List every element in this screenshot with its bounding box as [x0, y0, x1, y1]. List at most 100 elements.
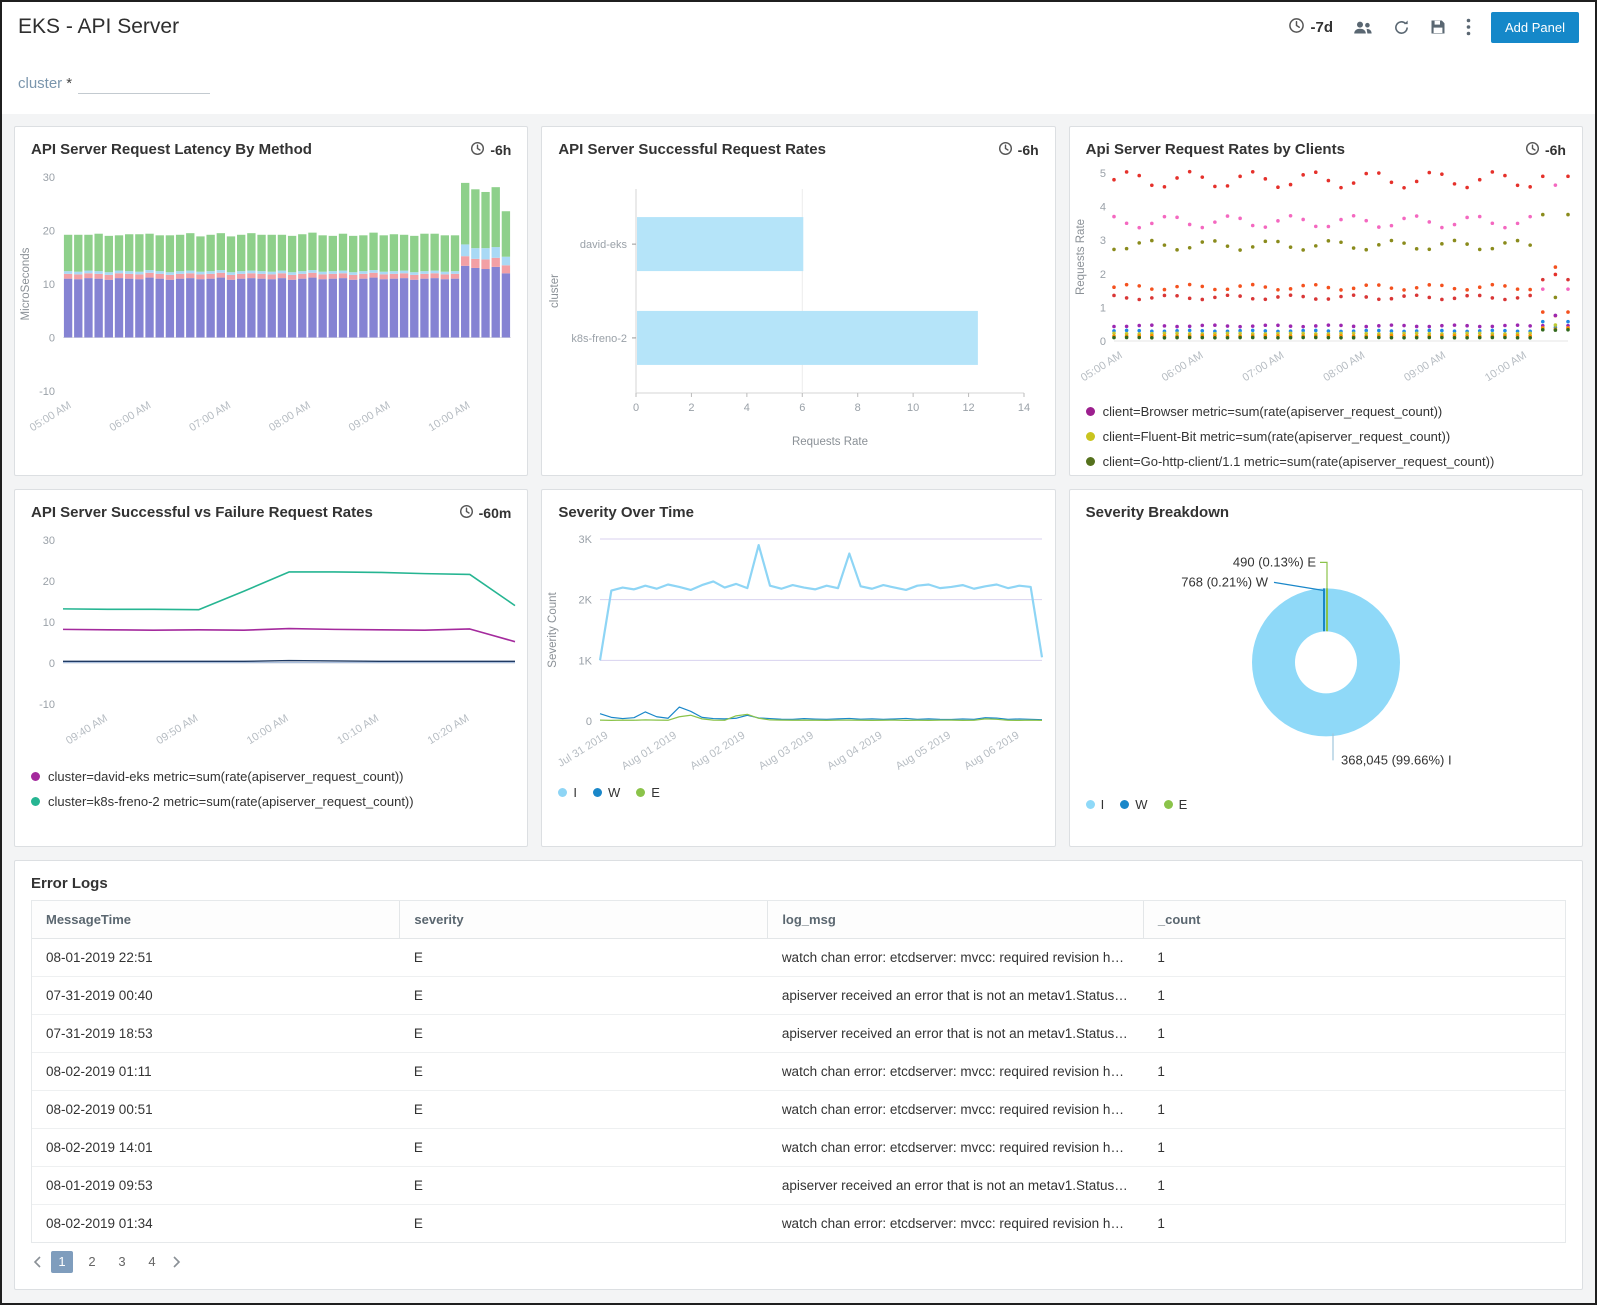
- dashboard-grid: API Server Request Latency By Method -6h…: [2, 114, 1595, 1303]
- next-page-button[interactable]: [171, 1256, 183, 1268]
- table-cell: E: [400, 1205, 768, 1243]
- svg-text:Severity Count: Severity Count: [547, 591, 559, 667]
- svg-text:Requests Rate: Requests Rate: [1075, 219, 1087, 295]
- legend-item: I: [558, 781, 577, 804]
- table-cell: 1: [1143, 1015, 1565, 1053]
- table-cell: E: [400, 977, 768, 1015]
- legend-label: E: [651, 785, 660, 800]
- legend-label: E: [1179, 797, 1188, 812]
- svg-text:09:40 AM: 09:40 AM: [64, 712, 110, 747]
- cluster-filter-input[interactable]: [78, 72, 210, 94]
- required-mark: *: [66, 75, 72, 92]
- table-row[interactable]: 08-01-2019 22:51Ewatch chan error: etcds…: [32, 939, 1565, 977]
- svg-text:20: 20: [43, 226, 55, 238]
- column-header[interactable]: _count: [1143, 901, 1565, 939]
- svg-text:david-eks: david-eks: [580, 239, 628, 251]
- success-vs-failure-legend: cluster=david-eks metric=sum(rate(apiser…: [15, 762, 527, 822]
- error-logs-table: MessageTimeseveritylog_msg_count 08-01-2…: [31, 900, 1566, 1243]
- table-cell: apiserver received an error that is not …: [768, 1015, 1144, 1053]
- page-button[interactable]: 3: [111, 1251, 133, 1273]
- panel-time-range[interactable]: -6h: [470, 141, 511, 159]
- panel-successful-request-rates: API Server Successful Request Rates -6h …: [541, 126, 1055, 476]
- legend-dot-icon: [593, 788, 602, 797]
- severity-breakdown-chart[interactable]: 490 (0.13%) E768 (0.21%) W368,045 (99.66…: [1070, 523, 1582, 791]
- page-button[interactable]: 4: [141, 1251, 163, 1273]
- prev-page-button[interactable]: [31, 1256, 43, 1268]
- svg-text:2K: 2K: [579, 595, 593, 607]
- table-cell: 1: [1143, 1129, 1565, 1167]
- legend-dot-icon: [1086, 407, 1095, 416]
- svg-text:MicroSeconds: MicroSeconds: [20, 247, 32, 320]
- client-rates-chart[interactable]: 012345Requests Rate05:00 AM06:00 AM07:00…: [1070, 161, 1582, 397]
- svg-text:0: 0: [1100, 336, 1106, 348]
- panel-title: Severity Breakdown: [1086, 504, 1229, 521]
- panel-time-range[interactable]: -6h: [1525, 141, 1566, 159]
- panel-time-range[interactable]: -60m: [459, 504, 512, 522]
- panel-title: Api Server Request Rates by Clients: [1086, 141, 1345, 158]
- table-row[interactable]: 07-31-2019 00:40Eapiserver received an e…: [32, 977, 1565, 1015]
- legend-label: client=Go-http-client/1.1 metric=sum(rat…: [1103, 454, 1495, 469]
- save-icon[interactable]: [1430, 19, 1446, 35]
- svg-text:1K: 1K: [579, 655, 593, 667]
- legend-dot-icon: [1120, 800, 1129, 809]
- add-panel-button[interactable]: Add Panel: [1491, 12, 1579, 43]
- table-cell: E: [400, 1053, 768, 1091]
- panel-error-logs: Error Logs MessageTimeseveritylog_msg_co…: [14, 860, 1583, 1290]
- refresh-icon[interactable]: [1393, 19, 1410, 36]
- more-options-icon[interactable]: [1466, 18, 1471, 36]
- table-cell: apiserver received an error that is not …: [768, 977, 1144, 1015]
- panel-severity-breakdown: Severity Breakdown 490 (0.13%) E768 (0.2…: [1069, 489, 1583, 847]
- svg-text:Aug 01 2019: Aug 01 2019: [620, 729, 679, 772]
- success-vs-failure-chart[interactable]: -10010203009:40 AM09:50 AM10:00 AM10:10 …: [15, 524, 527, 762]
- table-row[interactable]: 08-02-2019 01:11Ewatch chan error: etcds…: [32, 1053, 1565, 1091]
- dashboard-title: EKS - API Server: [18, 15, 179, 39]
- svg-text:Jul 31 2019: Jul 31 2019: [556, 729, 611, 769]
- legend-item: W: [593, 781, 620, 804]
- panel-time-range[interactable]: -6h: [998, 141, 1039, 159]
- table-row[interactable]: 08-02-2019 14:01Ewatch chan error: etcds…: [32, 1129, 1565, 1167]
- table-cell: 1: [1143, 977, 1565, 1015]
- pagination: 1234: [15, 1243, 1582, 1281]
- legend-dot-icon: [1164, 800, 1173, 809]
- legend-label: client=Browser metric=sum(rate(apiserver…: [1103, 404, 1443, 419]
- svg-text:368,045 (99.66%) I: 368,045 (99.66%) I: [1341, 752, 1452, 767]
- column-header[interactable]: severity: [400, 901, 768, 939]
- latency-chart[interactable]: -100102030MicroSeconds05:00 AM06:00 AM07…: [15, 161, 527, 453]
- table-cell: 08-02-2019 00:51: [32, 1091, 400, 1129]
- page-button[interactable]: 2: [81, 1251, 103, 1273]
- legend-label: cluster=k8s-freno-2 metric=sum(rate(apis…: [48, 794, 414, 809]
- table-row[interactable]: 07-31-2019 18:53Eapiserver received an e…: [32, 1015, 1565, 1053]
- legend-item: E: [636, 781, 660, 804]
- legend-dot-icon: [558, 788, 567, 797]
- table-cell: watch chan error: etcdserver: mvcc: requ…: [768, 1205, 1144, 1243]
- svg-text:06:00 AM: 06:00 AM: [1159, 349, 1205, 384]
- table-cell: 08-02-2019 01:34: [32, 1205, 400, 1243]
- svg-text:6: 6: [800, 402, 806, 414]
- svg-text:07:00 AM: 07:00 AM: [1240, 349, 1286, 384]
- table-row[interactable]: 08-02-2019 01:34Ewatch chan error: etcds…: [32, 1205, 1565, 1243]
- users-icon[interactable]: [1353, 19, 1373, 35]
- success-rates-chart[interactable]: david-eksk8s-freno-202468101214Requests …: [542, 161, 1054, 453]
- svg-text:768 (0.21%) W: 768 (0.21%) W: [1181, 574, 1268, 589]
- column-header[interactable]: MessageTime: [32, 901, 400, 939]
- table-row[interactable]: 08-02-2019 00:51Ewatch chan error: etcds…: [32, 1091, 1565, 1129]
- table-row[interactable]: 08-01-2019 09:53Eapiserver received an e…: [32, 1167, 1565, 1205]
- severity-over-time-chart[interactable]: 01K2K3KSeverity CountJul 31 2019Aug 01 2…: [542, 523, 1054, 779]
- column-header[interactable]: log_msg: [768, 901, 1144, 939]
- legend-dot-icon: [1086, 432, 1095, 441]
- svg-text:Aug 04 2019: Aug 04 2019: [826, 729, 885, 772]
- legend-item: cluster=david-eks metric=sum(rate(apiser…: [31, 764, 511, 789]
- table-cell: watch chan error: etcdserver: mvcc: requ…: [768, 1129, 1144, 1167]
- table-cell: 08-02-2019 01:11: [32, 1053, 400, 1091]
- svg-text:8: 8: [855, 402, 861, 414]
- svg-text:4: 4: [744, 402, 750, 414]
- clock-icon: [470, 141, 485, 159]
- app-header: EKS - API Server -7d Add Panel: [2, 2, 1595, 52]
- page-button[interactable]: 1: [51, 1251, 73, 1273]
- dashboard-time-range[interactable]: -7d: [1288, 17, 1334, 38]
- svg-text:2: 2: [1100, 269, 1106, 281]
- client-rates-legend: client=Browser metric=sum(rate(apiserver…: [1070, 397, 1582, 476]
- legend-label: W: [608, 785, 620, 800]
- svg-text:2: 2: [689, 402, 695, 414]
- legend-label: cluster=david-eks metric=sum(rate(apiser…: [48, 769, 403, 784]
